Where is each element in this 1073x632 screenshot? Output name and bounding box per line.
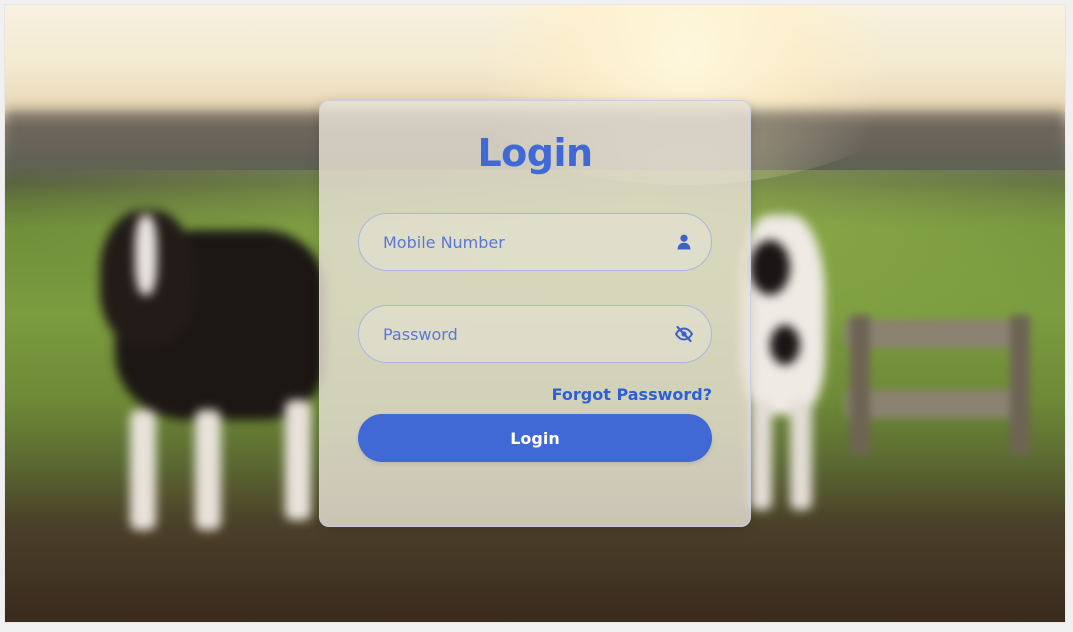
background-fence <box>845 315 1035 455</box>
user-icon <box>675 233 693 251</box>
mobile-number-input[interactable] <box>381 214 655 271</box>
forgot-password-link[interactable]: Forgot Password? <box>552 385 712 404</box>
background-cow-right <box>740 215 830 515</box>
mobile-number-field[interactable] <box>358 213 712 271</box>
background-cow-left <box>75 210 325 540</box>
login-title: Login <box>477 131 593 175</box>
eye-slash-icon[interactable] <box>674 325 694 343</box>
login-card: Login Forgot Password? Login <box>319 100 751 527</box>
password-field[interactable] <box>358 305 712 363</box>
password-input[interactable] <box>381 306 655 363</box>
login-button[interactable]: Login <box>358 414 712 462</box>
